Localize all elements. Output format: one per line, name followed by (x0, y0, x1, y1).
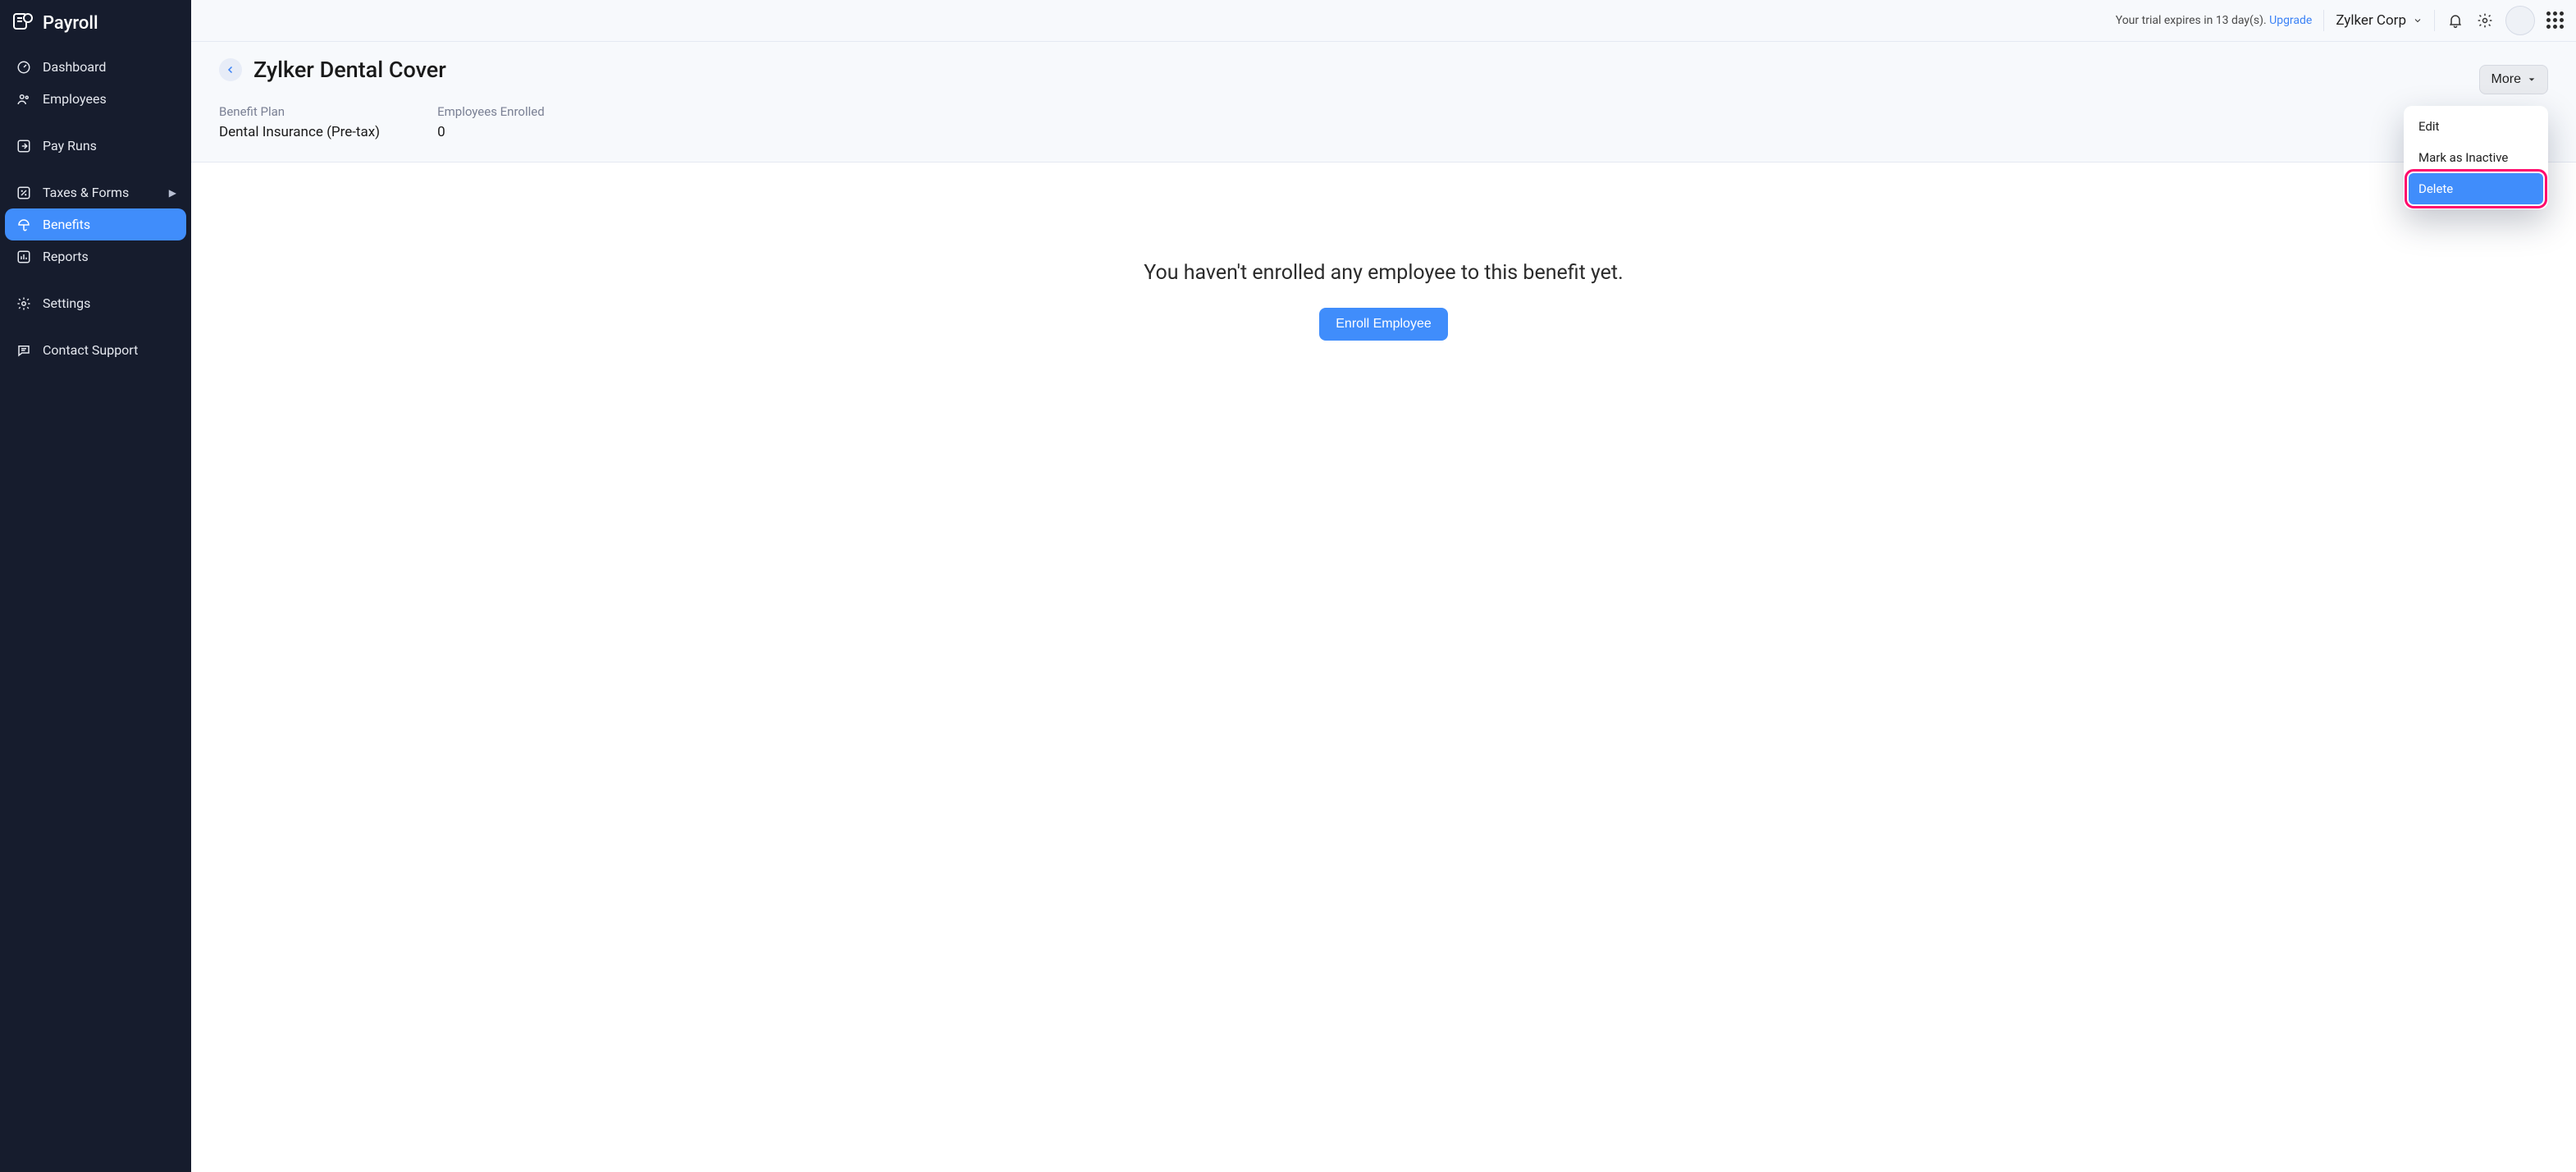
meta-employees-enrolled: Employees Enrolled 0 (437, 104, 545, 140)
sidebar-item-label: Dashboard (43, 59, 106, 75)
org-switcher[interactable]: Zylker Corp (2336, 12, 2423, 29)
sidebar-item-label: Settings (43, 295, 90, 311)
page-header: Zylker Dental Cover More Benefit Plan De… (191, 42, 2576, 163)
sidebar: Payroll Dashboard Employees Pay Runs (0, 0, 191, 1172)
back-button[interactable] (219, 58, 242, 81)
meta-value: Dental Insurance (Pre-tax) (219, 124, 380, 140)
brand: Payroll (0, 0, 191, 46)
upgrade-link[interactable]: Upgrade (2269, 14, 2312, 27)
trial-banner: Your trial expires in 13 day(s). Upgrade (2116, 14, 2313, 27)
sidebar-item-contact-support[interactable]: Contact Support (5, 334, 186, 366)
sidebar-item-dashboard[interactable]: Dashboard (5, 51, 186, 83)
apps-launcher-icon[interactable] (2546, 11, 2565, 30)
title-row: Zylker Dental Cover (219, 57, 2548, 83)
user-avatar[interactable] (2505, 6, 2535, 35)
gauge-icon (16, 60, 31, 75)
percent-icon (16, 185, 31, 200)
more-dropdown: Edit Mark as Inactive Delete (2404, 106, 2548, 209)
dropdown-item-delete[interactable]: Delete (2409, 173, 2543, 204)
users-icon (16, 92, 31, 107)
brand-name: Payroll (43, 13, 98, 34)
payroll-logo-icon (11, 11, 34, 34)
topbar: Your trial expires in 13 day(s). Upgrade… (191, 0, 2576, 42)
caret-down-icon (2528, 76, 2536, 84)
more-button[interactable]: More (2479, 65, 2548, 94)
sidebar-item-reports[interactable]: Reports (5, 240, 186, 272)
chevron-down-icon (2413, 16, 2423, 25)
meta-value: 0 (437, 124, 545, 140)
arrow-right-box-icon (16, 139, 31, 153)
umbrella-icon (16, 217, 31, 232)
sidebar-item-label: Taxes & Forms (43, 185, 129, 200)
chevron-left-icon (226, 65, 235, 75)
gear-icon (16, 296, 31, 311)
meta-label: Benefit Plan (219, 104, 380, 119)
separator (2323, 10, 2324, 31)
separator (2434, 10, 2435, 31)
bar-chart-icon (16, 250, 31, 264)
chevron-right-icon: ▶ (169, 187, 176, 199)
sidebar-item-settings[interactable]: Settings (5, 287, 186, 319)
sidebar-item-pay-runs[interactable]: Pay Runs (5, 130, 186, 162)
sidebar-item-benefits[interactable]: Benefits (5, 208, 186, 240)
dropdown-item-edit[interactable]: Edit (2409, 111, 2543, 142)
sidebar-item-taxes-forms[interactable]: Taxes & Forms ▶ (5, 176, 186, 208)
sidebar-item-label: Reports (43, 249, 89, 264)
trial-text: Your trial expires in 13 day(s). (2116, 14, 2269, 27)
more-label: More (2492, 72, 2521, 87)
dropdown-item-mark-inactive[interactable]: Mark as Inactive (2409, 142, 2543, 173)
content-area: Zylker Dental Cover More Benefit Plan De… (191, 42, 2576, 1172)
sidebar-item-label: Benefits (43, 217, 90, 232)
meta-benefit-plan: Benefit Plan Dental Insurance (Pre-tax) (219, 104, 380, 140)
empty-message: You haven't enrolled any employee to thi… (216, 261, 2551, 285)
notification-bell-icon[interactable] (2446, 11, 2464, 30)
sidebar-item-label: Pay Runs (43, 138, 97, 153)
meta-label: Employees Enrolled (437, 104, 545, 119)
sidebar-item-label: Employees (43, 91, 107, 107)
chat-icon (16, 343, 31, 358)
main-column: Your trial expires in 13 day(s). Upgrade… (191, 0, 2576, 1172)
settings-gear-icon[interactable] (2476, 11, 2494, 30)
org-name: Zylker Corp (2336, 12, 2406, 29)
empty-state: You haven't enrolled any employee to thi… (191, 163, 2576, 390)
sidebar-nav: Dashboard Employees Pay Runs Taxes & For… (0, 46, 191, 371)
sidebar-item-employees[interactable]: Employees (5, 83, 186, 115)
page-title: Zylker Dental Cover (253, 57, 446, 83)
meta-row: Benefit Plan Dental Insurance (Pre-tax) … (219, 104, 2548, 140)
enroll-employee-button[interactable]: Enroll Employee (1319, 308, 1448, 341)
sidebar-item-label: Contact Support (43, 342, 138, 358)
